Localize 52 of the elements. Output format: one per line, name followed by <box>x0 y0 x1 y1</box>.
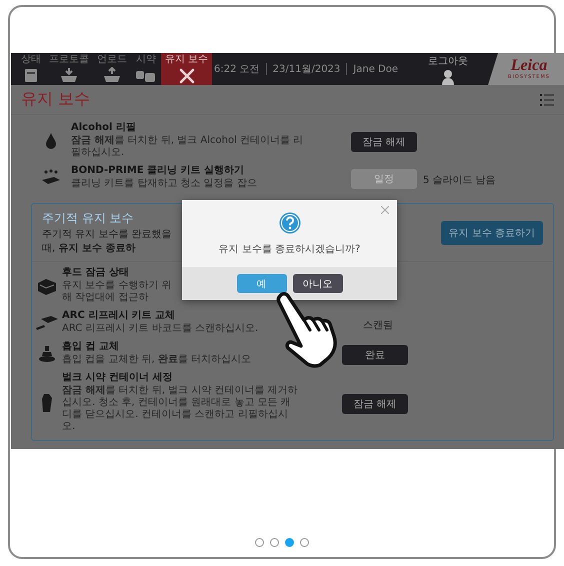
task-button[interactable]: 완료 <box>342 344 408 364</box>
task-button[interactable]: 잠금 해제 <box>351 132 417 152</box>
tray-down-arrow-icon <box>59 67 79 83</box>
status-text: 5 슬라이드 남음 <box>423 175 496 186</box>
nav-tab[interactable]: 프로토콜 <box>45 53 93 85</box>
question-icon <box>278 212 300 234</box>
task-title: BOND-PRIME 클리닝 키트 실행하기 <box>71 165 244 177</box>
page-title: 유지 보수 <box>21 89 90 110</box>
date-label: 23/11월/2023 <box>272 63 340 76</box>
task-description: 흡입 컵을 교체한 뒤, 완료를 터치하십시오 <box>62 354 252 366</box>
drop-icon <box>44 132 58 150</box>
task-description: 잠금 해제를 터치한 뒤, 벌크 시약 컨테이너를 제거하십시오. 청소 후, 컨테이너를 원래대로 놓고 모든 캐디를 닫으십시오. 컨테이너를 스캔하고 리필하십시오. <box>62 385 298 433</box>
time-label: 6:22 오전 <box>214 63 260 76</box>
status-text: 스캔됨 <box>363 320 393 331</box>
user-name: Jane Doe <box>353 64 398 74</box>
nav-tab[interactable]: 시약 <box>131 53 161 85</box>
task-title: 후드 잠금 상태 <box>62 267 129 279</box>
end-maintenance-button[interactable]: 유지 보수 종료하기 <box>440 220 543 244</box>
nav-tab[interactable]: 유지 보수 <box>161 53 212 85</box>
logout-button[interactable]: 로그아웃 <box>428 54 468 84</box>
task-title: ARC 리프레시 키트 교체 <box>62 310 176 322</box>
page-dot[interactable] <box>270 538 279 547</box>
task-title: 벌크 시약 컨테이너 세정 <box>62 372 172 384</box>
dialog-message: 유지 보수를 종료하시겠습니까? <box>218 243 360 256</box>
instrument-icon <box>24 67 38 83</box>
confirm-button[interactable]: 예 <box>236 274 286 293</box>
section-description: 주기적 유지 보수를 완료했을 때, 유지 보수 종료하 <box>42 228 173 255</box>
nav-tab[interactable]: 상태 <box>17 53 45 85</box>
hood-box-icon <box>36 276 58 294</box>
page-dot[interactable] <box>255 538 264 547</box>
section-title: 주기적 유지 보수 <box>42 210 134 227</box>
person-icon <box>441 68 455 84</box>
suction-cup-icon <box>38 344 56 362</box>
task-description: 유지 보수를 수행하기 위해 작업대에 접근하 <box>62 280 173 304</box>
page-dot[interactable] <box>285 538 294 547</box>
container-icon <box>41 392 53 412</box>
cleaning-kit-icon <box>40 168 62 186</box>
list-menu-icon[interactable] <box>540 94 554 106</box>
kit-tray-icon <box>35 314 59 332</box>
cancel-button[interactable]: 아니오 <box>292 274 342 293</box>
logo-text: Leica <box>510 58 548 74</box>
pointing-hand-icon <box>276 292 338 368</box>
nav-tab[interactable]: 언로드 <box>93 53 131 85</box>
task-description: 잠금 해제를 터치한 뒤, 벌크 Alcohol 컨테이너를 리필하십시오. <box>71 135 304 159</box>
task-title: 흡입 컵 교체 <box>62 341 119 353</box>
tray-up-arrow-icon <box>102 67 122 83</box>
page-dot[interactable] <box>300 538 309 547</box>
task-description: 클리닝 키트를 탑재하고 청소 일정을 잡으 <box>71 178 257 190</box>
task-button[interactable]: 잠금 해제 <box>342 394 408 414</box>
task-title: Alcohol 리필 <box>71 122 136 134</box>
task-description: ARC 리프레시 키트 바코드를 스캔하십시오. <box>62 323 258 335</box>
close-icon[interactable] <box>379 206 391 214</box>
